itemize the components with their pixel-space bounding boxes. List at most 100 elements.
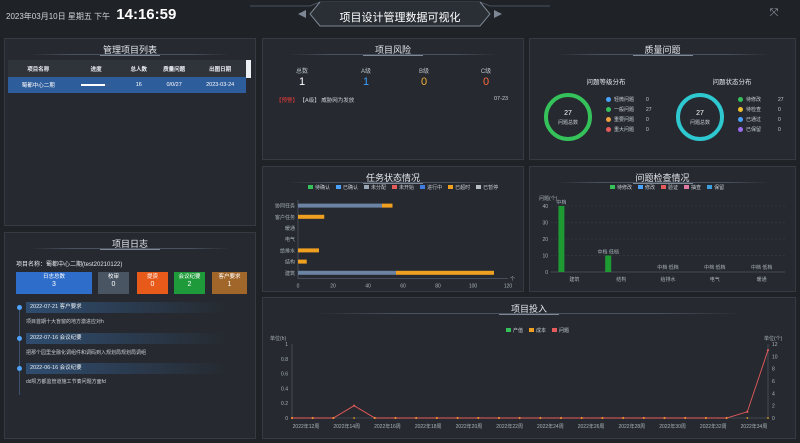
log-entry-head[interactable]: 2022-06-16 会议纪要 [26, 363, 226, 374]
log-stat-box[interactable]: 提资 0 [137, 272, 168, 294]
log-stat-box[interactable]: 校审 0 [98, 272, 129, 294]
level-dist-title: 问题等级分布 [586, 79, 626, 86]
legend-item: 轻微问题 0 [606, 96, 649, 105]
timeline-dot [17, 366, 22, 371]
title-wrap: 项目设计管理数据可视化 [315, 2, 485, 28]
x-tick-label: 20 [330, 283, 336, 289]
level-total: 27 [564, 110, 572, 117]
progress-bar-fill [81, 84, 106, 86]
data-point [767, 417, 769, 419]
bar-label: 中档 低档 [751, 264, 772, 271]
series-line [292, 350, 769, 419]
y-tick-label: 40 [542, 204, 548, 210]
y-tick-label: 暖通 [285, 225, 295, 232]
status-total: 27 [696, 110, 704, 117]
bar-label: 中档 [556, 199, 566, 206]
alert-date: 07-23 [494, 96, 509, 102]
x-tick-label: 结构 [616, 276, 626, 283]
risk-label-c: C级 [480, 69, 492, 75]
x-tick-label: 2022年26周 [578, 423, 605, 430]
y-right-tick: 12 [772, 342, 778, 348]
status-caption: 问题总数 [690, 119, 710, 126]
log-stat-box[interactable]: 会议纪要 2 [174, 272, 205, 294]
y-right-tick: 0 [772, 416, 775, 422]
legend-swatch [707, 185, 713, 189]
legend-item: 重要问题 0 [606, 116, 649, 125]
data-point [456, 417, 459, 419]
y-tick-label: 20 [542, 237, 548, 243]
legend-swatch [364, 185, 370, 189]
legend-label: 待确认 [315, 185, 331, 191]
data-point [725, 417, 728, 419]
page-title: 项目设计管理数据可视化 [339, 12, 461, 24]
data-point [601, 417, 604, 419]
cell-quality: 0/0/27 [153, 77, 195, 93]
legend-label: 已暂停 [483, 185, 499, 191]
status-donut: 27 问题总数 [676, 93, 724, 141]
status-donut-ring [676, 93, 724, 141]
col-header: 进度 [68, 60, 124, 77]
bar [298, 203, 382, 208]
legend-swatch [420, 185, 426, 189]
legend-item: 待检查 0 [738, 106, 781, 115]
legend-item: 已通过 0 [738, 116, 781, 125]
stat-label: 提资 [146, 274, 158, 280]
y-tick-label: 建筑 [285, 270, 295, 277]
x-tick-label: 0 [297, 283, 300, 289]
fullscreen-icon[interactable]: ⤧ [768, 7, 780, 19]
log-entry-head[interactable]: 2022-07-21 客户要求 [26, 302, 226, 313]
data-point [291, 417, 293, 419]
data-point [518, 417, 521, 419]
x-tick-label: 2022年12周 [293, 423, 320, 430]
y-right-tick: 10 [772, 354, 778, 360]
data-point [373, 417, 376, 419]
status-legend: 待修改 27 待检查 0 已通过 0 已保留 0 [738, 96, 793, 136]
data-point [332, 417, 335, 419]
data-point [663, 417, 666, 419]
level-caption: 问题总数 [558, 119, 578, 126]
legend-swatch [684, 185, 690, 189]
log-entry-head[interactable]: 2022-07-16 会议纪要 [26, 333, 226, 344]
y-right-tick: 4 [772, 391, 775, 397]
x-tick-label: 电气 [710, 276, 720, 283]
data-point [311, 417, 314, 419]
col-header: 总人数 [123, 60, 154, 77]
y-right-unit: 单位(个) [764, 335, 783, 342]
x-tick-label: 2022年32周 [700, 423, 727, 430]
x-tick-label: 2022年16周 [374, 423, 401, 430]
table-header-row: 项目名称 进度 总人数 质量问题 出图日期 [8, 60, 246, 77]
datetime: 2023年03月10日 星期五 下午 14:16:59 [6, 6, 176, 23]
legend-label: 未开始 [399, 185, 415, 191]
y-right-tick: 2 [772, 404, 775, 410]
y-right-tick: 6 [772, 379, 775, 385]
risk-label-b: B级 [418, 69, 429, 75]
risk-value-b: 0 [420, 76, 428, 88]
stat-label: 校审 [107, 274, 119, 280]
log-stat-box[interactable]: 日志总数 3 [16, 272, 92, 294]
data-point [746, 410, 749, 413]
x-tick-label: 40 [365, 283, 371, 289]
stat-value: 1 [227, 281, 232, 288]
task-legend: 待确认 已确认 未分配 未开始 进行中 已超时 已暂停 [302, 184, 498, 191]
stat-label: 会议纪要 [178, 274, 201, 280]
cell-people: 16 [123, 77, 154, 93]
risk-value-total: 1 [298, 76, 306, 88]
table-row[interactable]: 蜀都中心二期 16 0/0/27 2023-03-24 [8, 77, 246, 93]
risk-value-c: 0 [482, 76, 490, 88]
clock: 14:16:59 [116, 6, 177, 23]
y-tick-label: 10 [542, 254, 548, 260]
x-tick-label: 2022年20周 [456, 423, 483, 430]
risk-alert[interactable]: 【预警】 【A级】 威胁网为发放 [276, 96, 354, 104]
status-dist-title: 问题状态分布 [712, 79, 752, 86]
log-stat-box[interactable]: 客户要求 1 [212, 272, 247, 294]
x-tick-label: 建筑 [569, 276, 579, 283]
stat-value: 0 [150, 281, 155, 288]
legend-label: 已确认 [343, 185, 359, 191]
y-right-tick: 8 [772, 367, 775, 373]
y-left-tick: 0.8 [281, 357, 288, 363]
data-point [560, 417, 562, 419]
issue-chart: 问题(个) 40 30 20 10 0 建筑 中档结构 中档 低档给排水 中档 低档电气 中档 低档… [539, 195, 785, 283]
data-point [642, 417, 645, 419]
col-header: 出图日期 [194, 60, 246, 77]
scrollbar-thumb[interactable] [246, 60, 251, 78]
